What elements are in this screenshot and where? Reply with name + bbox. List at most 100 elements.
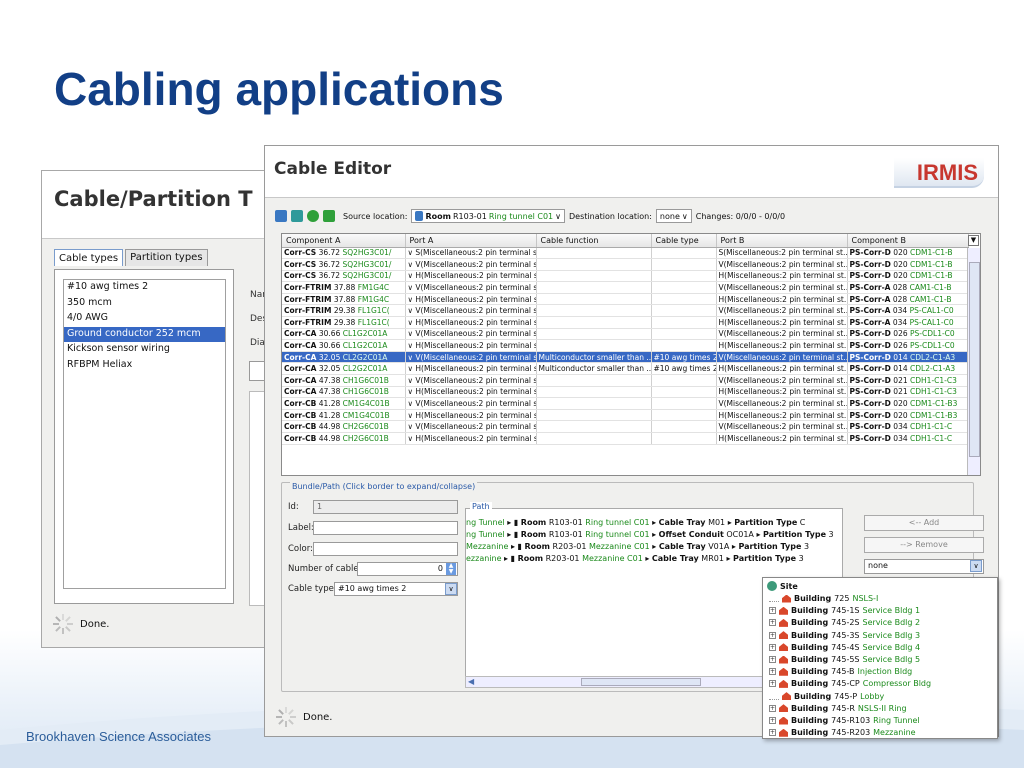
table-row[interactable]: Corr-FTRIM 37.88 FM1G4C ∨ H(Miscellaneous… [282,293,969,306]
port-b-cell[interactable]: V(Miscellaneous:2 pin terminal st... [716,281,848,294]
save-icon[interactable] [275,210,287,222]
expand-icon[interactable]: + [769,607,776,615]
list-item[interactable]: 4/0 AWG [64,311,225,327]
path-row[interactable]: ezzanine ▸ ▮ Room R203-01 Mezzanine C01 … [466,554,804,563]
cable-type-cell[interactable] [651,270,717,283]
table-row[interactable]: Corr-CA 30.66 CL1G2C01A ∨ H(Miscellaneous… [282,339,969,352]
component-b-cell[interactable]: PS-Corr-D 020 CDM1-C1-B [847,247,969,260]
component-b-cell[interactable]: PS-Corr-D 014 CDL2-C1-A3 [847,362,969,376]
cable-type-cell[interactable] [651,316,717,329]
tree-node[interactable]: + Building 745-R203 Mezzanine [769,728,916,737]
port-a-cell[interactable]: ∨ V(Miscellaneous:2 pin terminal st... [405,374,537,387]
cable-function-cell[interactable] [536,304,652,318]
tree-node[interactable]: Building 725 NSLS-I [769,594,878,603]
port-b-cell[interactable]: H(Miscellaneous:2 pin terminal st... [716,339,848,352]
cable-function-cell[interactable] [536,339,652,352]
component-b-cell[interactable]: PS-Corr-A 028 CAM1-C1-B [847,293,969,306]
component-b-cell[interactable]: PS-Corr-A 028 CAM1-C1-B [847,281,969,294]
component-b-cell[interactable]: PS-Corr-D 026 PS-CDL1-C0 [847,339,969,352]
port-a-cell[interactable]: ∨ V(Miscellaneous:2 pin terminal st... [405,258,537,271]
cable-type-cell[interactable] [651,304,717,318]
port-b-cell[interactable]: H(Miscellaneous:2 pin terminal st... [716,316,848,329]
tree-node[interactable]: + Building 745-4S Service Bdlg 4 [769,643,920,652]
cable-function-cell[interactable] [536,374,652,387]
cable-function-cell[interactable] [536,258,652,271]
component-a-cell[interactable]: Corr-FTRIM 37.88 FM1G4C [282,293,406,306]
scroll-left-icon[interactable]: ◀ [468,677,474,686]
list-item[interactable]: 350 mcm [64,296,225,312]
port-b-cell[interactable]: V(Miscellaneous:2 pin terminal st... [716,397,848,410]
expand-icon[interactable]: + [769,729,776,737]
cable-type-cell[interactable] [651,247,717,260]
cable-type-cell[interactable] [651,293,717,306]
path-row[interactable]: ng Tunnel ▸ ▮ Room R103-01 Ring tunnel C… [466,518,805,527]
table-row[interactable]: Corr-CA 32.05 CL2G2C01A ∨ H(Miscellaneous… [282,362,969,376]
component-b-cell[interactable]: PS-Corr-D 020 CDM1-C1-B [847,270,969,283]
component-b-cell[interactable]: PS-Corr-D 026 PS-CDL1-C0 [847,328,969,341]
port-a-cell[interactable]: ∨ H(Miscellaneous:2 pin terminal st... [405,270,537,283]
column-header[interactable]: Port B [716,234,848,248]
port-a-cell[interactable]: ∨ V(Miscellaneous:2 pin terminal st... [405,397,537,410]
table-row[interactable]: Corr-FTRIM 29.38 FL1G1C(∨ V(Miscellaneou… [282,304,969,318]
component-b-cell[interactable]: PS-Corr-D 034 CDH1-C1-C [847,420,969,433]
column-header[interactable]: Cable function [536,234,652,248]
cable-type-cell[interactable] [651,339,717,352]
port-b-cell[interactable]: H(Miscellaneous:2 pin terminal st... [716,362,848,376]
table-row[interactable]: Corr-FTRIM 37.88 FM1G4C ∨ V(Miscellaneous… [282,281,969,294]
component-a-cell[interactable]: Corr-CA 32.05 CL2G2C01A [282,362,406,376]
port-a-cell[interactable]: ∨ H(Miscellaneous:2 pin terminal st... [405,339,537,352]
expand-icon[interactable]: + [769,643,776,651]
cable-function-cell[interactable] [536,409,652,422]
add-icon[interactable] [307,210,319,222]
table-row[interactable]: Corr-CB 44.98 CH2G6C01B ∨ V(Miscellaneous… [282,420,969,433]
port-a-cell[interactable]: ∨ H(Miscellaneous:2 pin terminal st... [405,432,537,445]
port-a-cell[interactable]: ∨ H(Miscellaneous:2 pin terminal st... [405,362,537,376]
tree-node[interactable]: + Building 745-1S Service Bldg 1 [769,606,920,615]
column-header[interactable]: Component B [847,234,969,248]
table-row[interactable]: Corr-CB 41.28 CM1G4C01B ∨ V(Miscellaneous… [282,397,969,410]
expand-icon[interactable] [769,595,779,602]
remove-button[interactable]: --> Remove [864,537,984,553]
save-all-icon[interactable] [291,210,303,222]
cable-type-cell[interactable]: #10 awg times 2 [651,351,717,364]
color-field[interactable] [313,542,458,556]
path-row[interactable]: ng Tunnel ▸ ▮ Room R103-01 Ring tunnel C… [466,530,834,539]
cable-function-cell[interactable] [536,316,652,329]
component-b-cell[interactable]: PS-Corr-D 034 CDH1-C1-C [847,432,969,445]
cable-type-cell[interactable] [651,420,717,433]
cable-function-cell[interactable] [536,432,652,445]
component-a-cell[interactable]: Corr-CS 36.72 SQ2HG3C01/ [282,270,406,283]
column-header[interactable]: Port A [405,234,537,248]
source-location-select[interactable]: Room R103-01 Ring tunnel C01 ∨ [411,209,566,223]
cable-function-cell[interactable] [536,270,652,283]
cable-type-cell[interactable]: #10 awg times 2 [651,362,717,376]
table-row[interactable]: Corr-CS 36.72 SQ2HG3C01/∨ V(Miscellaneou… [282,258,969,271]
component-a-cell[interactable]: Corr-CA 32.05 CL2G2C01A [282,351,406,364]
component-a-cell[interactable]: Corr-CA 30.66 CL1G2C01A [282,328,406,341]
destination-location-select[interactable]: none ∨ [655,209,692,223]
port-a-cell[interactable]: ∨ V(Miscellaneous:2 pin terminal st... [405,351,537,364]
component-a-cell[interactable]: Corr-CB 41.28 CM1G4C01B [282,409,406,422]
table-row[interactable]: Corr-CA 30.66 CL1G2C01A ∨ V(Miscellaneous… [282,328,969,341]
port-b-cell[interactable]: S(Miscellaneous:2 pin terminal st... [716,247,848,260]
tab-partition-types[interactable]: Partition types [125,249,208,266]
column-menu-icon[interactable]: ▼ [968,235,979,246]
tree-node[interactable]: + Building 745-2S Service Bdlg 2 [769,618,920,627]
expand-icon[interactable]: + [769,717,776,724]
component-a-cell[interactable]: Corr-CB 44.98 CH2G6C01B [282,432,406,445]
port-a-cell[interactable]: ∨ H(Miscellaneous:2 pin terminal st... [405,386,537,399]
port-b-cell[interactable]: V(Miscellaneous:2 pin terminal st... [716,258,848,271]
cable-function-cell[interactable] [536,281,652,294]
component-b-cell[interactable]: PS-Corr-A 034 PS-CAL1-C0 [847,304,969,318]
component-a-cell[interactable]: Corr-CA 47.38 CH1G6C01B [282,374,406,387]
tree-node[interactable]: + Building 745-5S Service Bdlg 5 [769,655,920,664]
tree-node[interactable]: + Building 745-CP Compressor Bldg [769,679,931,688]
component-a-cell[interactable]: Corr-FTRIM 37.88 FM1G4C [282,281,406,294]
component-a-cell[interactable]: Corr-CA 30.66 CL1G2C01A [282,339,406,352]
list-item[interactable]: #10 awg times 2 [64,280,225,296]
list-item[interactable]: Ground conductor 252 mcm [64,326,225,342]
port-a-cell[interactable]: ∨ H(Miscellaneous:2 pin terminal st... [405,316,537,329]
path-scroll-thumb[interactable] [581,678,701,686]
location-select[interactable]: none [864,559,984,574]
port-b-cell[interactable]: H(Miscellaneous:2 pin terminal st... [716,270,848,283]
